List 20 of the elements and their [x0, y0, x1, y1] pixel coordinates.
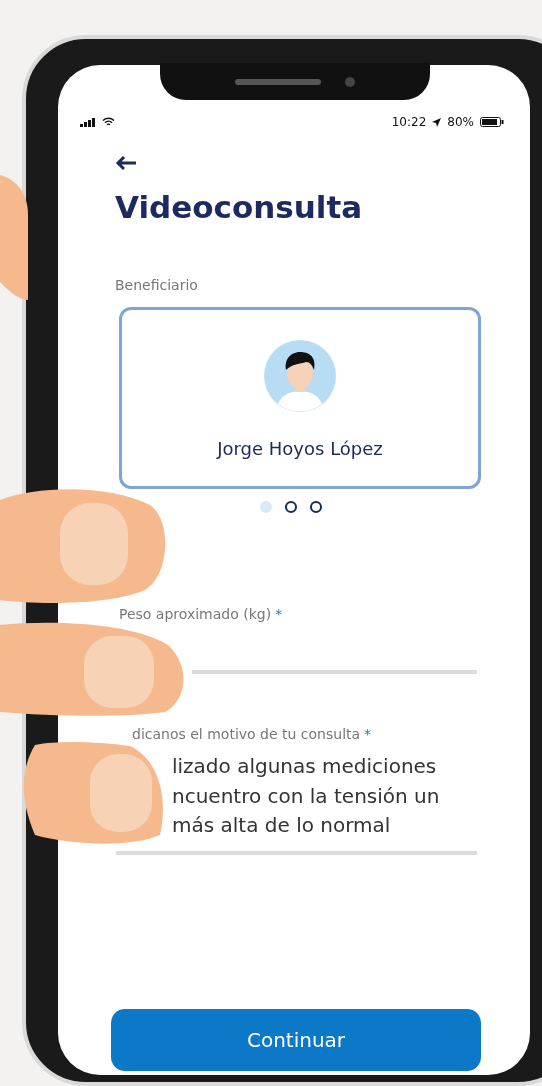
beneficiary-card[interactable]: Jorge Hoyos López — [119, 307, 481, 489]
clock-time: 10:22 — [391, 115, 427, 129]
reason-field[interactable]: lizado algunas mediciones ncuentro con la tensión un más alta de lo normal — [172, 742, 477, 851]
wifi-icon — [102, 117, 115, 127]
weight-label: Peso aproximado (kg) * — [119, 606, 283, 622]
reason-label: dicanos el motivo de tu consulta * — [132, 726, 372, 742]
battery-icon — [480, 117, 504, 127]
battery-percent: 80% — [447, 115, 474, 129]
speaker-icon — [235, 78, 321, 85]
avatar-icon — [264, 340, 336, 412]
camera-icon — [345, 76, 355, 87]
beneficiary-label: Beneficiario — [115, 277, 198, 293]
page-indicator-dot[interactable] — [285, 501, 297, 513]
page-title: Videoconsulta — [115, 189, 363, 225]
beneficiary-name: Jorge Hoyos López — [217, 438, 383, 459]
continue-button[interactable]: Continuar — [111, 1009, 481, 1071]
signal-icon — [80, 117, 96, 127]
location-arrow-icon — [432, 117, 442, 127]
back-arrow-icon[interactable] — [115, 155, 137, 171]
page-indicator-dot[interactable] — [310, 501, 322, 513]
